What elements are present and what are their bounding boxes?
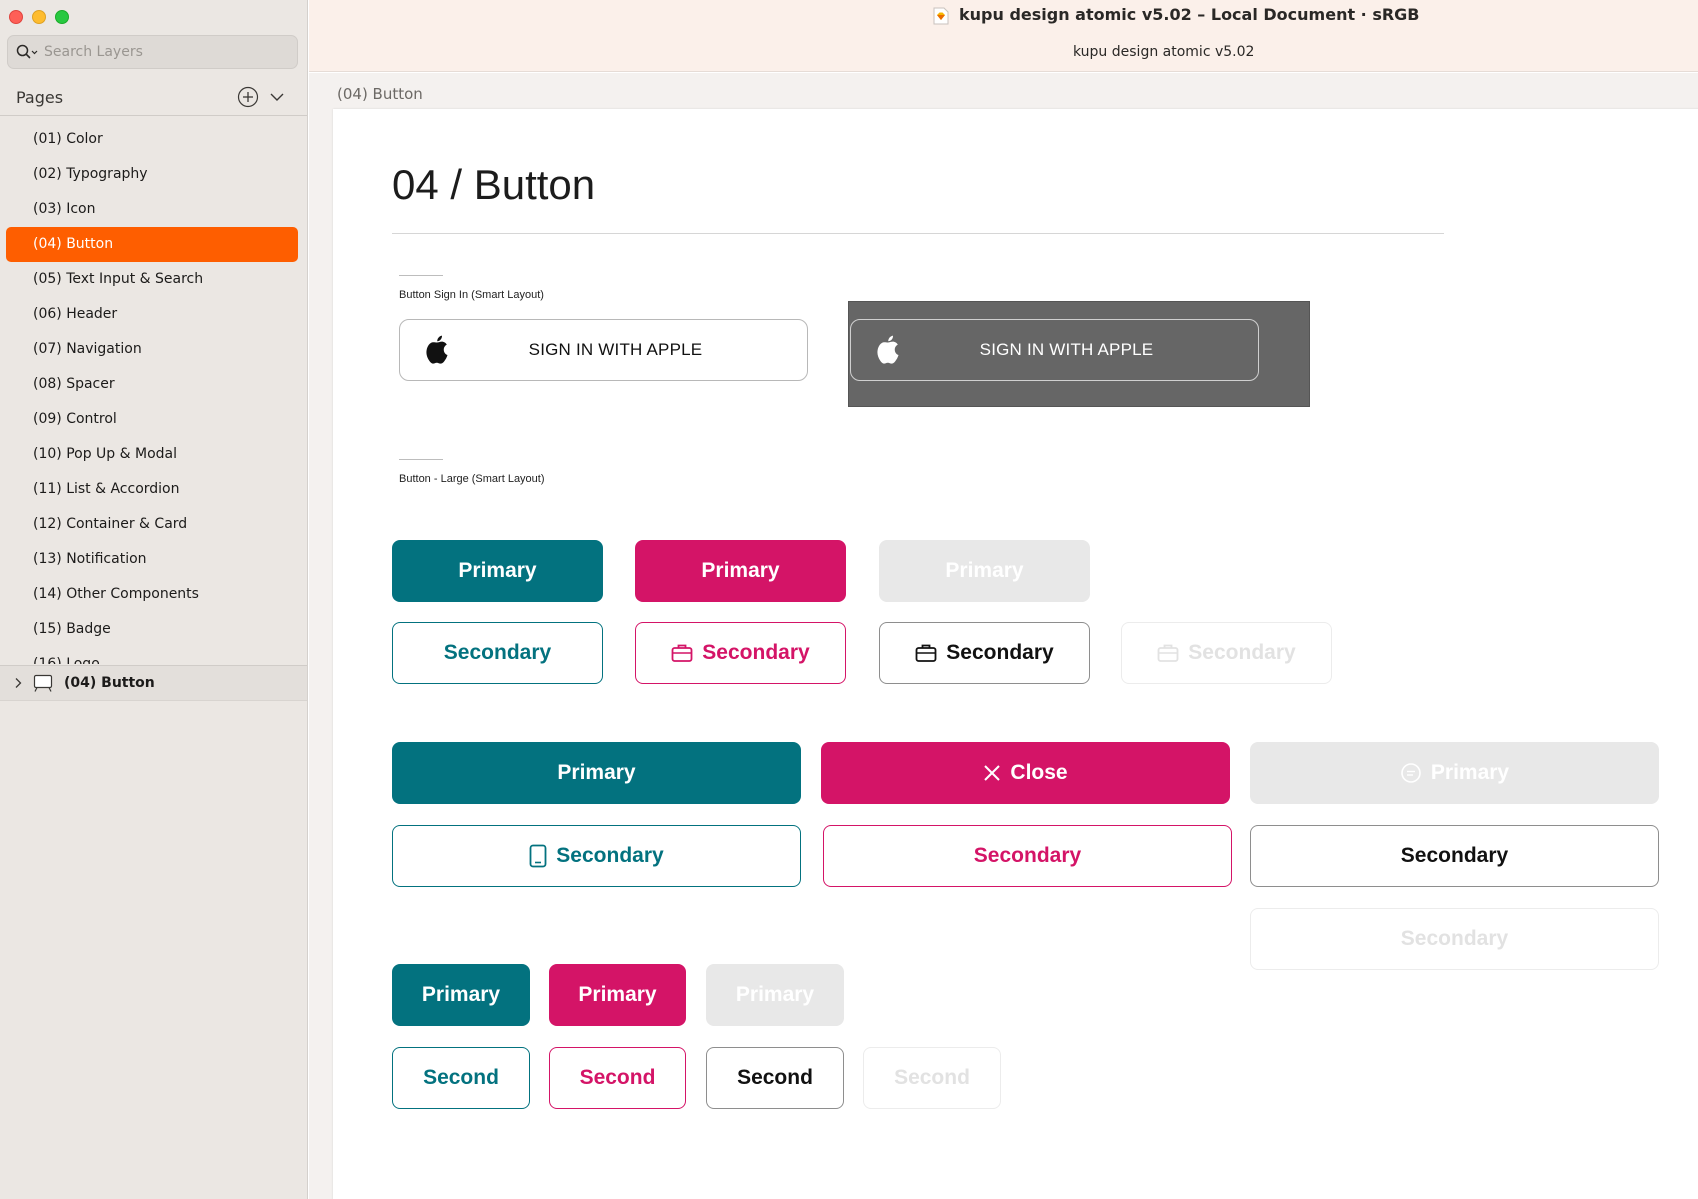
secondary-button-disabled-label: Secondary — [1188, 641, 1296, 664]
page-item-badge[interactable]: (15) Badge — [6, 612, 298, 647]
page-item-pop-up-modal[interactable]: (10) Pop Up & Modal — [6, 437, 298, 472]
page-item-header[interactable]: (06) Header — [6, 297, 298, 332]
pages-header: Pages — [0, 82, 307, 116]
section-large-label: Button - Large (Smart Layout) — [399, 473, 545, 485]
page-item-text-input-search[interactable]: (05) Text Input & Search — [6, 262, 298, 297]
secondary-button-dark-label: Secondary — [946, 641, 1054, 664]
page-item-navigation[interactable]: (07) Navigation — [6, 332, 298, 367]
title-bar: kupu design atomic v5.02 – Local Documen… — [309, 0, 1698, 72]
minimize-window-button[interactable] — [32, 10, 46, 24]
primary-button-wide-teal[interactable]: Primary — [392, 742, 801, 804]
primary-button-pink[interactable]: Primary — [635, 540, 846, 602]
second-button-small-dark[interactable]: Second — [706, 1047, 844, 1109]
apple-logo-icon — [426, 335, 448, 364]
add-page-icon[interactable] — [237, 86, 259, 108]
section-signin-tick — [399, 275, 443, 276]
page-item-typography[interactable]: (02) Typography — [6, 157, 298, 192]
primary-button-wide-disabled[interactable]: Primary — [1250, 742, 1659, 804]
layer-row-button[interactable]: (04) Button — [0, 665, 307, 701]
zoom-window-button[interactable] — [55, 10, 69, 24]
close-button-label: Close — [1010, 761, 1068, 784]
briefcase-icon — [915, 644, 937, 662]
secondary-button-wide-dark[interactable]: Secondary — [1250, 825, 1659, 887]
sketch-document-icon — [933, 7, 949, 25]
primary-button-disabled[interactable]: Primary — [879, 540, 1090, 602]
window-title: kupu design atomic v5.02 – Local Documen… — [959, 5, 1420, 24]
canvas[interactable]: (04) Button 04 / Button Button Sign In (… — [309, 73, 1698, 1199]
close-window-button[interactable] — [9, 10, 23, 24]
chat-bubble-icon — [1401, 763, 1421, 783]
artboard-label[interactable]: (04) Button — [337, 85, 423, 103]
secondary-button-wide-teal[interactable]: Secondary — [392, 825, 801, 887]
search-layers-box[interactable] — [7, 35, 298, 69]
chevron-down-icon[interactable] — [269, 90, 285, 104]
section-signin-label: Button Sign In (Smart Layout) — [399, 289, 544, 301]
page-list: (01) Color (02) Typography (03) Icon (04… — [6, 122, 298, 664]
primary-button-wide-disabled-label: Primary — [1430, 761, 1510, 784]
close-icon — [984, 765, 1001, 781]
sign-in-apple-label-light: SIGN IN WITH APPLE — [528, 340, 703, 359]
tablet-icon — [529, 844, 547, 868]
artboard-icon — [33, 674, 53, 692]
page-item-spacer[interactable]: (08) Spacer — [6, 367, 298, 402]
section-large-tick — [399, 459, 443, 460]
primary-button-small-disabled[interactable]: Primary — [706, 964, 844, 1026]
close-button-wide[interactable]: Close — [821, 742, 1230, 804]
window-controls — [9, 10, 69, 24]
secondary-button-wide-teal-label: Secondary — [556, 844, 664, 867]
primary-button-small-pink[interactable]: Primary — [549, 964, 686, 1026]
secondary-button-pink[interactable]: Secondary — [635, 622, 846, 684]
secondary-button-disabled[interactable]: Secondary — [1121, 622, 1332, 684]
window-subtitle: kupu design atomic v5.02 — [1073, 44, 1255, 60]
secondary-button-teal[interactable]: Secondary — [392, 622, 603, 684]
page-title: 04 / Button — [392, 161, 596, 208]
artboard[interactable]: 04 / Button Button Sign In (Smart Layout… — [333, 109, 1698, 1199]
secondary-button-pink-label: Secondary — [702, 641, 810, 664]
secondary-button-wide-disabled[interactable]: Secondary — [1250, 908, 1659, 970]
layer-label: (04) Button — [64, 675, 155, 691]
page-item-logo[interactable]: (16) Logo — [6, 647, 298, 664]
primary-button-small-teal[interactable]: Primary — [392, 964, 530, 1026]
title-divider — [392, 233, 1444, 234]
sign-in-apple-button-light[interactable]: SIGN IN WITH APPLE — [399, 319, 808, 381]
page-item-button[interactable]: (04) Button — [6, 227, 298, 262]
briefcase-icon — [671, 644, 693, 662]
primary-button-teal[interactable]: Primary — [392, 540, 603, 602]
page-item-list-accordion[interactable]: (11) List & Accordion — [6, 472, 298, 507]
search-icon — [16, 44, 38, 59]
sign-in-apple-button-dark[interactable]: SIGN IN WITH APPLE — [850, 319, 1259, 381]
chevron-right-icon[interactable] — [12, 677, 24, 689]
pages-title: Pages — [16, 88, 64, 107]
search-layers-input[interactable] — [44, 44, 274, 60]
sidebar: Pages (01) Color (02) Typography (03) Ic… — [0, 0, 308, 1199]
page-item-control[interactable]: (09) Control — [6, 402, 298, 437]
page-item-color[interactable]: (01) Color — [6, 122, 298, 157]
second-button-small-disabled[interactable]: Second — [863, 1047, 1001, 1109]
apple-logo-icon — [877, 335, 899, 364]
secondary-button-wide-pink[interactable]: Secondary — [823, 825, 1232, 887]
secondary-button-dark[interactable]: Secondary — [879, 622, 1090, 684]
second-button-small-pink[interactable]: Second — [549, 1047, 686, 1109]
page-item-icon[interactable]: (03) Icon — [6, 192, 298, 227]
sign-in-apple-label-dark: SIGN IN WITH APPLE — [979, 340, 1154, 359]
second-button-small-teal[interactable]: Second — [392, 1047, 530, 1109]
page-item-container-card[interactable]: (12) Container & Card — [6, 507, 298, 542]
briefcase-icon — [1157, 644, 1179, 662]
page-item-other-components[interactable]: (14) Other Components — [6, 577, 298, 612]
page-item-notification[interactable]: (13) Notification — [6, 542, 298, 577]
